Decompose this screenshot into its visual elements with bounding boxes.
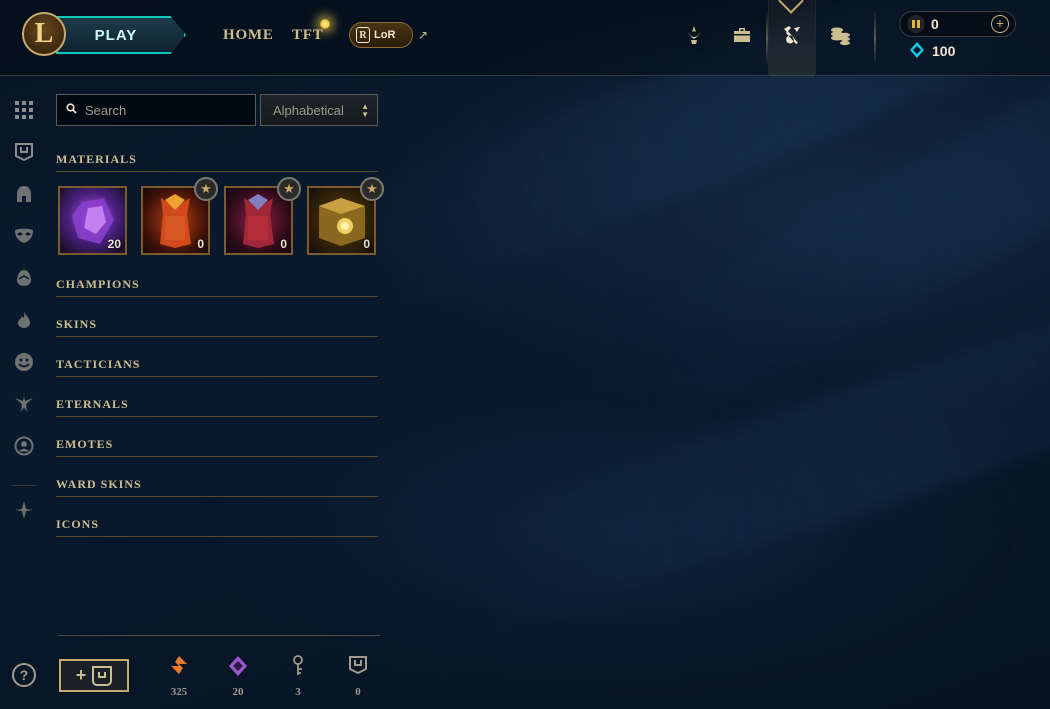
tft-icon[interactable] (12, 498, 36, 522)
key-icon (278, 655, 318, 679)
eternals-flame-icon[interactable] (12, 308, 36, 332)
lor-label: LoR (374, 29, 396, 41)
profile-icons-icon[interactable] (12, 434, 36, 458)
sort-dropdown-value: Alphabetical (273, 102, 344, 118)
mythic-essence-counter: 20 (218, 655, 258, 698)
collection-briefcase-icon[interactable] (727, 20, 757, 50)
nav-tft[interactable]: TFT (292, 27, 324, 44)
champions-helmet-icon[interactable] (12, 182, 36, 206)
tacticians-egg-icon[interactable] (12, 266, 36, 290)
category-icons[interactable]: ICONS (56, 517, 378, 537)
nav-home[interactable]: HOME (223, 27, 274, 44)
nav-lor-button[interactable]: R LoR (349, 22, 413, 48)
blue-essence-icon (910, 42, 924, 58)
category-label: SKINS (56, 317, 98, 331)
material-count: 0 (280, 237, 287, 251)
category-materials[interactable]: MATERIALS (56, 152, 378, 172)
material-count: 20 (107, 237, 121, 251)
star-badge-icon: ★ (360, 177, 384, 201)
category-eternals[interactable]: ETERNALS (56, 397, 378, 417)
sort-dropdown[interactable]: Alphabetical ▲ ▼ (260, 94, 378, 126)
play-button-label: PLAY (94, 26, 138, 44)
search-icon (57, 103, 85, 117)
chests-counter: 0 (338, 655, 378, 698)
category-ward-skins[interactable]: WARD SKINS (56, 477, 378, 497)
category-label: TACTICIANS (56, 357, 141, 371)
divider (766, 10, 768, 66)
chest-icon (92, 665, 113, 686)
keys-value: 3 (295, 686, 301, 698)
category-label: WARD SKINS (56, 477, 142, 491)
buy-rp-button[interactable]: + (991, 15, 1009, 33)
footer-divider (58, 635, 380, 636)
chests-value: 0 (355, 686, 361, 698)
star-badge-icon: ★ (194, 177, 218, 201)
mythic-essence-icon (218, 655, 258, 679)
category-label: CHAMPIONS (56, 277, 140, 291)
chest-icon (338, 655, 378, 679)
emotes-face-icon[interactable] (12, 350, 36, 374)
riot-points-icon (907, 15, 925, 33)
play-button[interactable]: PLAY (56, 16, 186, 54)
category-label: ETERNALS (56, 397, 129, 411)
help-icon[interactable]: ? (12, 663, 36, 687)
material-count: 0 (363, 237, 370, 251)
missions-trophy-icon[interactable] (679, 20, 709, 50)
sidebar-divider (12, 485, 36, 486)
chevron-updown-icon: ▲ ▼ (361, 102, 369, 119)
skins-mask-icon[interactable] (12, 224, 36, 248)
keys-counter: 3 (278, 655, 318, 698)
store-coins-icon[interactable] (825, 20, 855, 50)
category-champions[interactable]: CHAMPIONS (56, 277, 378, 297)
plus-icon: + (75, 665, 87, 685)
category-skins[interactable]: SKINS (56, 317, 378, 337)
category-tacticians[interactable]: TACTICIANS (56, 357, 378, 377)
craft-key-button[interactable]: + (59, 659, 129, 692)
category-label: EMOTES (56, 437, 114, 451)
notification-glow-icon (320, 19, 330, 29)
category-emotes[interactable]: EMOTES (56, 437, 378, 457)
blue-essence-value: 100 (932, 43, 956, 59)
chest-filter-icon[interactable] (12, 140, 36, 164)
league-logo-icon[interactable]: L (22, 12, 66, 56)
riot-points-value: 0 (931, 16, 939, 32)
material-tile-gemstone[interactable]: 20 (58, 186, 127, 255)
all-items-grid-icon[interactable] (12, 98, 36, 122)
material-count: 0 (197, 237, 204, 251)
mythic-essence-value: 20 (232, 686, 244, 698)
ward-skins-icon[interactable] (12, 392, 36, 416)
loot-crafting-hammer-icon[interactable] (777, 20, 807, 50)
category-label: MATERIALS (56, 152, 137, 166)
divider (874, 10, 876, 66)
search-input[interactable] (85, 102, 245, 118)
external-link-icon: ↗ (418, 28, 429, 42)
lor-logo-icon: R (356, 27, 370, 43)
orange-essence-icon (159, 655, 199, 679)
star-badge-icon: ★ (277, 177, 301, 201)
orange-essence-value: 325 (170, 686, 188, 698)
search-field[interactable] (56, 94, 256, 126)
orange-essence-counter: 325 (159, 655, 199, 698)
category-label: ICONS (56, 517, 100, 531)
